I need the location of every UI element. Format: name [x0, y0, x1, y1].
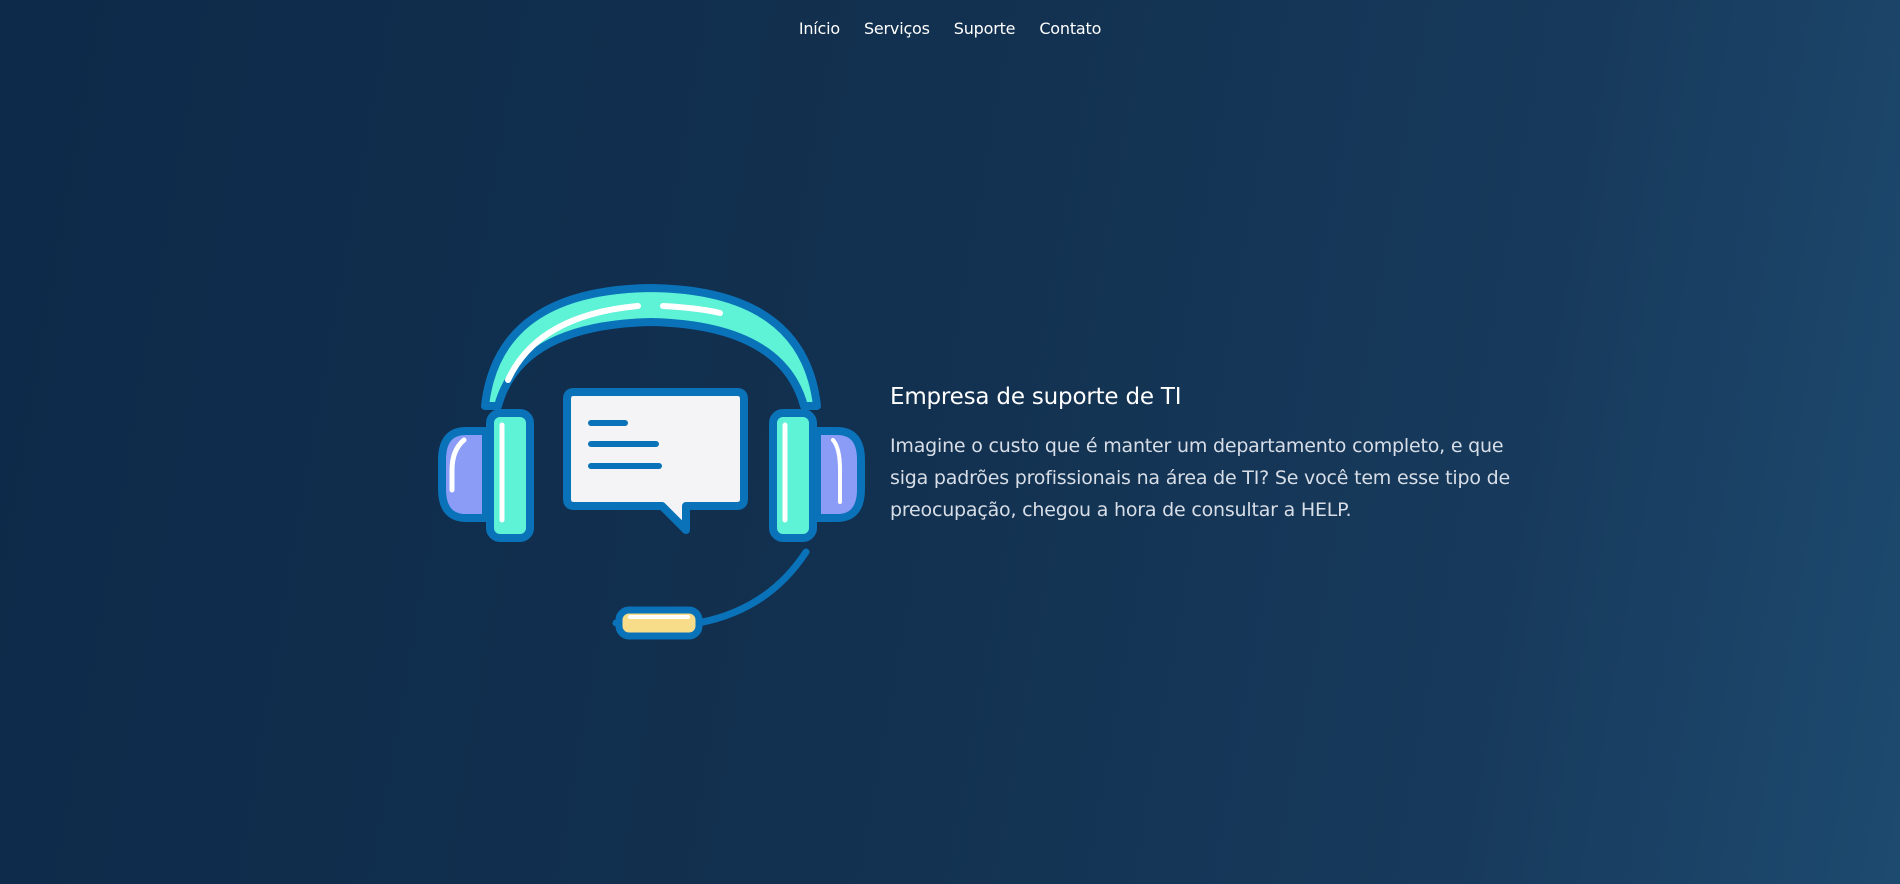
top-navigation: Início Serviços Suporte Contato — [0, 19, 1900, 38]
nav-item-suporte[interactable]: Suporte — [954, 19, 1016, 38]
nav-item-servicos[interactable]: Serviços — [864, 19, 930, 38]
hero-description: Imagine o custo que é manter um departam… — [890, 435, 1510, 521]
nav-item-inicio[interactable]: Início — [799, 19, 840, 38]
nav-item-contato[interactable]: Contato — [1039, 19, 1101, 38]
hero-text-block: Empresa de suporte de TI Imagine o custo… — [890, 384, 1510, 526]
headset-chat-icon — [438, 280, 865, 642]
hero-title: Empresa de suporte de TI — [890, 384, 1182, 410]
